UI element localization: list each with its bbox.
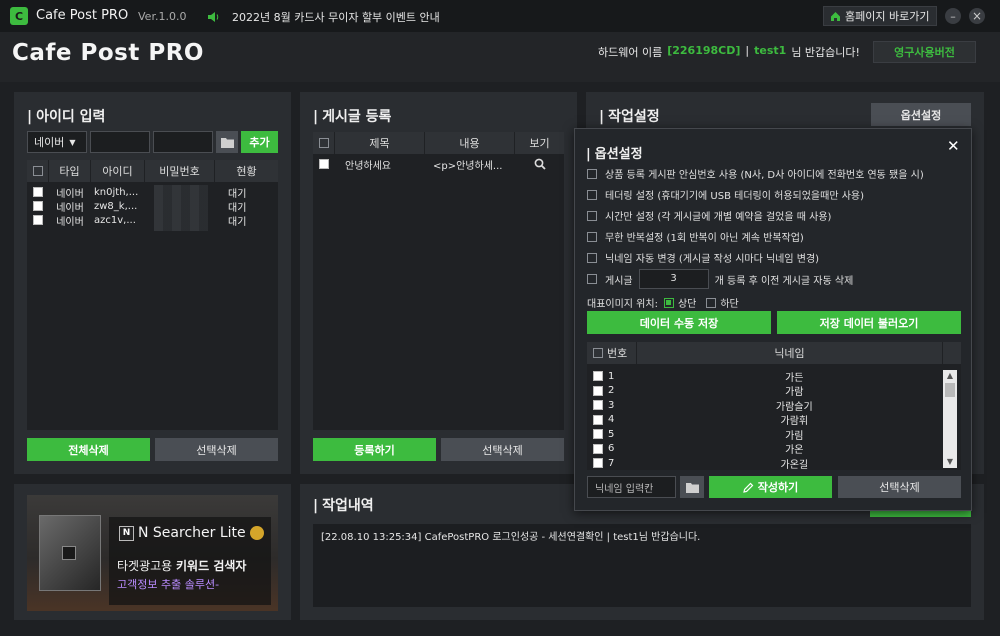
- select-all-checkbox[interactable]: [32, 166, 43, 176]
- add-account-button[interactable]: 추가: [241, 131, 278, 153]
- ad-panel: N N Searcher Lite 타겟광고용 키워드 검색자 고객정보 추출 …: [14, 484, 291, 620]
- header: Cafe Post PRO 하드웨어 이름 [226198CD] | test1…: [0, 32, 1000, 82]
- folder-icon: [685, 482, 699, 493]
- account-table: 타입 아이디 비밀번호 현황 네이버 kn0jth,... 대기 네이버 zw8…: [27, 160, 278, 430]
- notice-link[interactable]: 2022년 8월 카드사 무이자 할부 이벤트 안내: [232, 9, 440, 25]
- app-version: Ver.1.0.0: [138, 10, 187, 23]
- user-info: 하드웨어 이름 [226198CD] | test1 님 반갑습니다!: [598, 44, 860, 59]
- n-logo-icon: N: [119, 525, 134, 541]
- ad-brand: N Searcher Lite: [138, 525, 246, 541]
- list-item[interactable]: 1 가든: [587, 369, 943, 384]
- platform-select[interactable]: 네이버 ▼: [27, 131, 87, 153]
- table-row[interactable]: 네이버 zw8_k,... 대기: [27, 199, 278, 214]
- password-input[interactable]: [153, 131, 213, 153]
- row-checkbox[interactable]: [33, 187, 43, 197]
- username: test1: [754, 44, 787, 57]
- log-entry: [22.08.10 13:25:34] CafePostPRO 로그인성공 - …: [321, 532, 701, 543]
- option-safe-number[interactable]: 상품 등록 게시판 안심번호 사용 (N사, D사 아이디에 전화번호 연동 됐…: [587, 166, 924, 181]
- options-settings-button[interactable]: 옵션설정: [871, 103, 971, 126]
- post-panel: 게시글 등록 제목 내용 보기 안녕하세요 <p>안녕하세... 등록하기 선택…: [300, 92, 577, 474]
- row-checkbox[interactable]: [33, 215, 43, 225]
- panel-title: 작업내역: [313, 495, 374, 515]
- select-all-checkbox[interactable]: [593, 348, 603, 358]
- panel-title: 아이디 입력: [27, 106, 105, 126]
- chevron-down-icon: ▼: [69, 137, 76, 147]
- minimize-button[interactable]: –: [945, 8, 961, 24]
- scroll-down-icon[interactable]: ▼: [943, 456, 957, 468]
- app-logo-icon: C: [10, 7, 28, 25]
- close-window-button[interactable]: ×: [969, 8, 985, 24]
- delete-selected-button[interactable]: 선택삭제: [155, 438, 278, 461]
- award-badge-icon: [249, 526, 264, 540]
- nickname-scrollbar[interactable]: ▲ ▼: [943, 370, 957, 468]
- id-panel: 아이디 입력 네이버 ▼ 추가 타입 아이디 비밀번호 현황 네이버 kn0jt…: [14, 92, 291, 474]
- close-popup-icon[interactable]: ✕: [947, 137, 960, 155]
- table-row[interactable]: 네이버 kn0jth,... 대기: [27, 185, 278, 200]
- folder-button[interactable]: [216, 131, 238, 153]
- hardware-id: [226198CD]: [667, 44, 741, 57]
- write-button[interactable]: 작성하기: [709, 476, 832, 498]
- image-position-row: 대표이미지 위치: 상단 하단: [587, 297, 739, 310]
- list-item[interactable]: 3 가람슬기: [587, 398, 943, 413]
- option-nick-change[interactable]: 닉네임 자동 변경 (게시글 작성 시마다 닉네임 변경): [587, 250, 819, 265]
- title-bar: C Cafe Post PRO Ver.1.0.0 2022년 8월 카드사 무…: [0, 0, 1000, 32]
- delete-selected-button[interactable]: 선택삭제: [838, 476, 961, 498]
- option-tethering[interactable]: 테더링 설정 (휴대기기에 USB 테더링이 허용되었을때만 사용): [587, 187, 864, 202]
- select-all-checkbox[interactable]: [318, 138, 329, 148]
- license-button[interactable]: 영구사용버전: [873, 41, 976, 63]
- image-top-checkbox[interactable]: [663, 297, 674, 308]
- ad-line1a: 타겟광고용: [117, 559, 177, 573]
- list-item[interactable]: 6 가온: [587, 442, 943, 456]
- product-box-image: [39, 515, 101, 591]
- homepage-button[interactable]: 홈페이지 바로가기: [823, 6, 937, 26]
- password-mask: [154, 185, 208, 231]
- register-post-button[interactable]: 등록하기: [313, 438, 436, 461]
- ad-line1b: 키워드 검색자: [176, 559, 247, 573]
- list-item[interactable]: 2 가람: [587, 384, 943, 398]
- load-data-button[interactable]: 저장 데이터 불러오기: [777, 311, 961, 334]
- folder-button[interactable]: [680, 476, 704, 498]
- list-item[interactable]: 7 가온길: [587, 456, 943, 471]
- ad-text-box: N N Searcher Lite 타겟광고용 키워드 검색자 고객정보 추출 …: [109, 517, 271, 605]
- option-infinite-repeat[interactable]: 무한 반복설정 (1회 반복이 아닌 계속 반복작업): [587, 229, 804, 244]
- post-table: 제목 내용 보기 안녕하세요 <p>안녕하세...: [313, 132, 564, 430]
- scroll-thumb[interactable]: [945, 383, 955, 397]
- view-button[interactable]: [515, 158, 564, 170]
- nickname-input[interactable]: 닉네임 입력칸: [587, 476, 676, 498]
- ad-line2: 고객정보 추출 솔루션-: [117, 578, 220, 591]
- panel-title: 작업설정: [599, 106, 660, 126]
- speaker-icon: [206, 9, 220, 23]
- folder-icon: [220, 137, 234, 148]
- ad-banner[interactable]: N N Searcher Lite 타겟광고용 키워드 검색자 고객정보 추출 …: [27, 495, 278, 611]
- search-icon: [534, 158, 546, 170]
- option-auto-delete[interactable]: 게시글 3 개 등록 후 이전 게시글 자동 삭제: [587, 269, 853, 289]
- row-checkbox[interactable]: [319, 159, 329, 169]
- pencil-icon: [742, 482, 754, 493]
- app-name: Cafe Post PRO: [36, 8, 129, 23]
- list-item[interactable]: 4 가람휘: [587, 413, 943, 427]
- image-bottom-checkbox[interactable]: [706, 297, 717, 308]
- popup-title: 옵션설정: [586, 143, 643, 162]
- log-action-button-edge[interactable]: [870, 510, 971, 517]
- delete-selected-button[interactable]: 선택삭제: [441, 438, 564, 461]
- log-output: [22.08.10 13:25:34] CafePostPRO 로그인성공 - …: [313, 524, 971, 607]
- scroll-up-icon[interactable]: ▲: [943, 370, 957, 382]
- nickname-table: 번호 닉네임 1 가든 2 가람 3 가람슬기 4 가람휘 5 가림 6 가온 7 가온길 ▲…: [587, 342, 961, 471]
- panel-title: 게시글 등록: [313, 106, 391, 126]
- save-data-button[interactable]: 데이터 수동 저장: [587, 311, 771, 334]
- post-count-input[interactable]: 3: [638, 269, 709, 289]
- row-checkbox[interactable]: [33, 201, 43, 211]
- table-row[interactable]: 네이버 azc1v,... 대기: [27, 213, 278, 228]
- id-input[interactable]: [90, 131, 150, 153]
- delete-all-button[interactable]: 전체삭제: [27, 438, 150, 461]
- nickname-list[interactable]: 1 가든 2 가람 3 가람슬기 4 가람휘 5 가림 6 가온 7 가온길: [587, 369, 943, 471]
- home-icon: [831, 11, 840, 21]
- table-row[interactable]: 안녕하세요 <p>안녕하세...: [313, 155, 564, 173]
- options-popup: 옵션설정 ✕ 상품 등록 게시판 안심번호 사용 (N사, D사 아이디에 전화…: [574, 128, 972, 511]
- header-logo: Cafe Post PRO: [12, 40, 204, 66]
- list-item[interactable]: 5 가림: [587, 427, 943, 442]
- option-time-only[interactable]: 시간만 설정 (각 게시글에 개별 예약을 걸었을 때 사용): [587, 208, 831, 223]
